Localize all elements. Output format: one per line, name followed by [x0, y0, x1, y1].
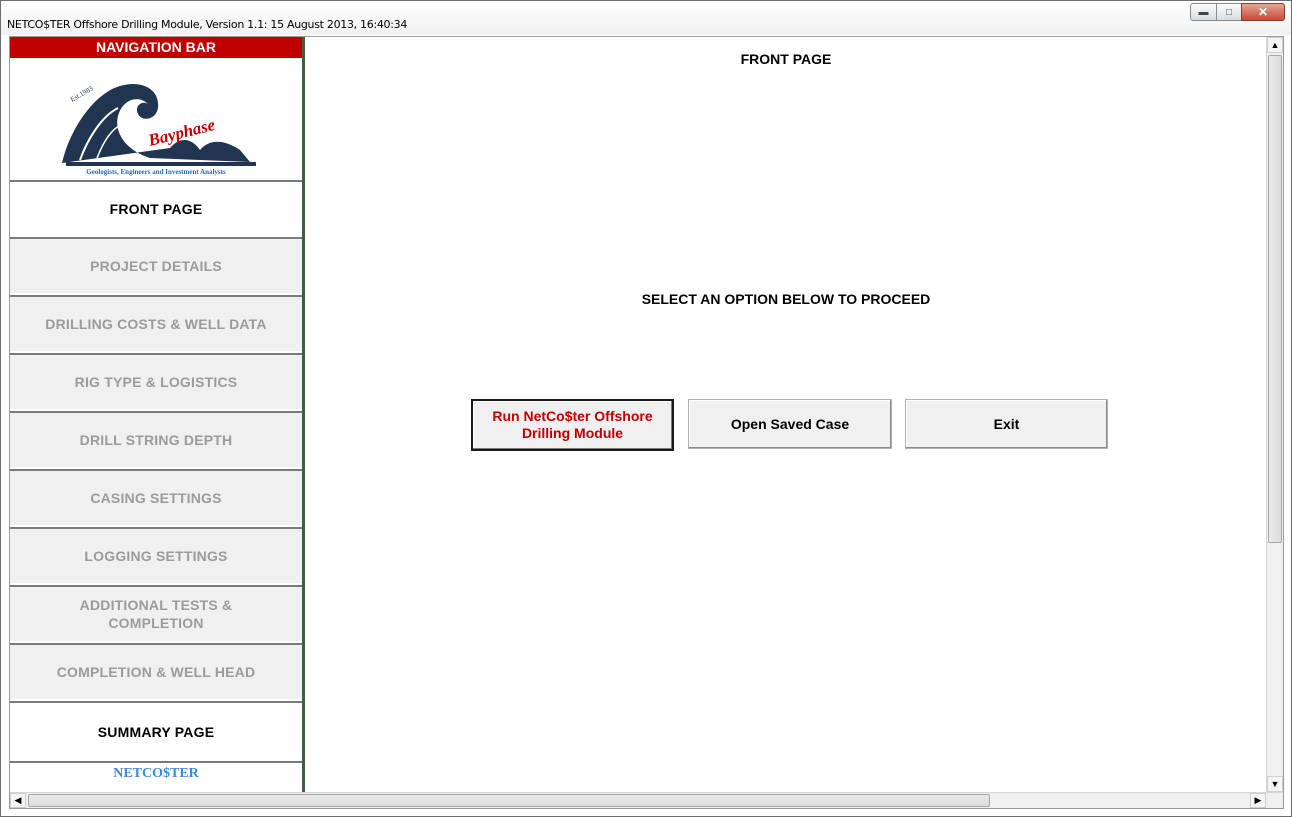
nav-item-drilling-costs[interactable]: DRILLING COSTS & WELL DATA	[10, 295, 302, 351]
logo-tagline: Geologists, Engineers and Investment Ana…	[86, 168, 226, 176]
svg-text:Est.1983: Est.1983	[69, 84, 95, 104]
nav-item-casing-settings[interactable]: CASING SETTINGS	[10, 469, 302, 525]
maximize-icon: □	[1225, 6, 1233, 18]
scroll-left-arrow-icon[interactable]: ◀	[10, 793, 26, 808]
run-module-button[interactable]: Run NetCo$ter Offshore Drilling Module	[471, 399, 674, 451]
minimize-button[interactable]: ▬	[1190, 3, 1217, 21]
navigation-bar: NAVIGATION BAR Est.1983 Bayphase Geologi…	[10, 37, 305, 792]
nav-item-front-page[interactable]: FRONT PAGE	[10, 180, 302, 236]
close-icon: ✕	[1257, 5, 1269, 19]
maximize-button[interactable]: □	[1216, 3, 1242, 21]
bayphase-logo: Est.1983 Bayphase Geologists, Engineers …	[10, 58, 302, 180]
netcoster-brand: NETCO$TER	[10, 761, 302, 792]
instruction-text: SELECT AN OPTION BELOW TO PROCEED	[641, 291, 931, 307]
vertical-scrollbar[interactable]: ▲ ▼	[1266, 37, 1283, 792]
horizontal-scroll-thumb[interactable]	[28, 794, 990, 807]
close-button[interactable]: ✕	[1241, 3, 1285, 21]
nav-item-logging-settings[interactable]: LOGGING SETTINGS	[10, 527, 302, 583]
nav-item-rig-type[interactable]: RIG TYPE & LOGISTICS	[10, 353, 302, 409]
nav-item-project-details[interactable]: PROJECT DETAILS	[10, 237, 302, 293]
window-title: NETCO$TER Offshore Drilling Module, Vers…	[7, 18, 408, 31]
nav-item-summary-page[interactable]: SUMMARY PAGE	[10, 701, 302, 761]
scroll-up-arrow-icon[interactable]: ▲	[1267, 37, 1283, 53]
nav-item-additional-tests[interactable]: ADDITIONAL TESTS & COMPLETION	[10, 585, 302, 641]
title-bar[interactable]: NETCO$TER Offshore Drilling Module, Vers…	[1, 1, 1291, 35]
workbook-frame: NAVIGATION BAR Est.1983 Bayphase Geologi…	[9, 36, 1284, 809]
exit-button[interactable]: Exit	[905, 399, 1108, 449]
vertical-scroll-thumb[interactable]	[1268, 55, 1282, 543]
scroll-down-arrow-icon[interactable]: ▼	[1267, 776, 1283, 792]
minimize-icon: ▬	[1198, 6, 1209, 18]
page-title: FRONT PAGE	[740, 51, 832, 67]
nav-header: NAVIGATION BAR	[10, 37, 302, 58]
scroll-right-arrow-icon[interactable]: ▶	[1250, 793, 1266, 808]
horizontal-scrollbar[interactable]: ◀ ▶	[10, 792, 1283, 808]
application-window: NETCO$TER Offshore Drilling Module, Vers…	[0, 0, 1292, 817]
wave-logo-icon: Est.1983 Bayphase	[62, 84, 256, 166]
nav-item-completion-well-head[interactable]: COMPLETION & WELL HEAD	[10, 643, 302, 699]
nav-item-drill-string-depth[interactable]: DRILL STRING DEPTH	[10, 411, 302, 467]
open-saved-case-button[interactable]: Open Saved Case	[688, 399, 892, 449]
